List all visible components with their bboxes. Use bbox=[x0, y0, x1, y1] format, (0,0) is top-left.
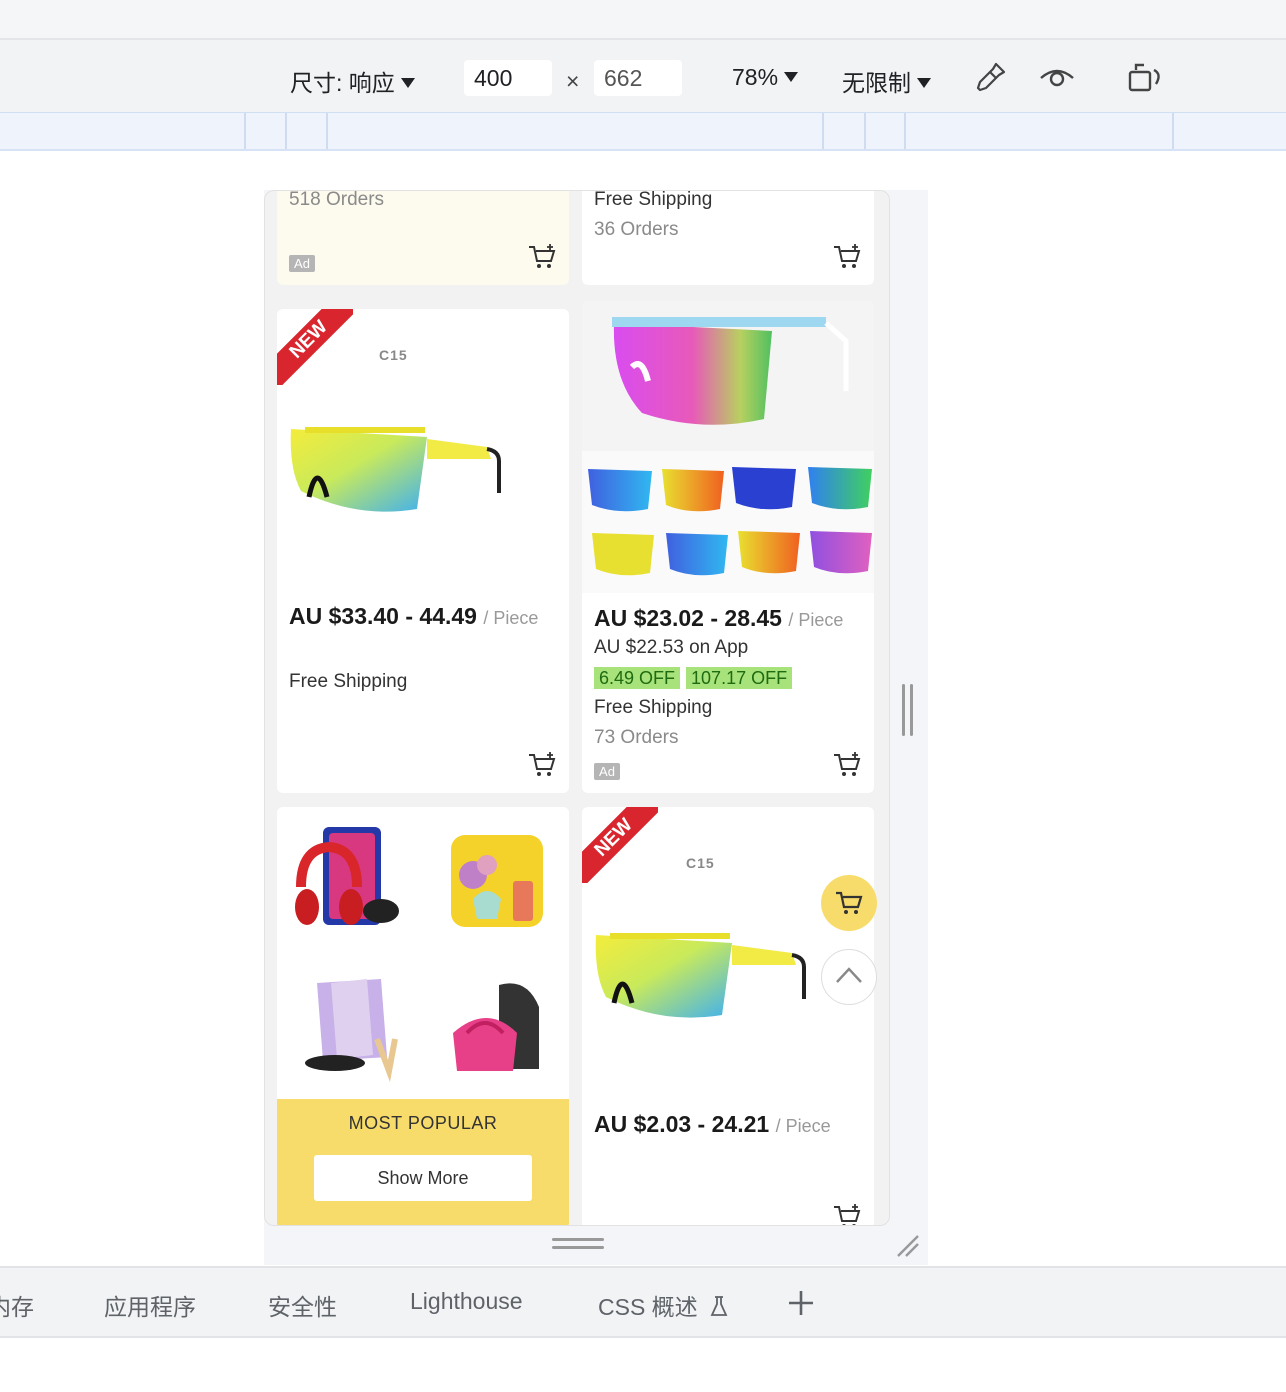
new-badge: NEW bbox=[582, 807, 658, 883]
add-tab-icon[interactable] bbox=[786, 1288, 816, 1318]
right-resize-handle[interactable] bbox=[902, 684, 914, 736]
discount-tag: 107.17 OFF bbox=[686, 667, 793, 689]
tab-css-overview-label: CSS 概述 bbox=[598, 1294, 698, 1320]
product-image[interactable] bbox=[582, 301, 874, 593]
product-card-sunglasses[interactable]: NEW C15 AU $2.03 - 24.21 / Piece bbox=[582, 807, 874, 1226]
dimensions-dropdown[interactable]: 尺寸: 响应 bbox=[290, 64, 415, 98]
price-range: AU $23.02 - 28.45 / Piece bbox=[594, 605, 844, 631]
product-card[interactable]: Free Shipping 36 Orders bbox=[582, 190, 874, 285]
popular-collage-image[interactable] bbox=[277, 807, 569, 1099]
dropdown-arrow-icon bbox=[917, 78, 931, 88]
add-to-cart-icon[interactable] bbox=[527, 243, 557, 271]
floating-cart-button[interactable] bbox=[821, 875, 877, 931]
orders-count: 73 Orders bbox=[594, 727, 679, 748]
tab-security[interactable]: 安全性 bbox=[268, 1288, 337, 1322]
zoom-dropdown[interactable]: 78% bbox=[732, 64, 799, 91]
tab-application[interactable]: 应用程序 bbox=[104, 1288, 196, 1322]
add-to-cart-icon[interactable] bbox=[832, 1203, 862, 1226]
tab-lighthouse[interactable]: Lighthouse bbox=[410, 1288, 523, 1315]
show-more-button[interactable]: Show More bbox=[314, 1155, 532, 1201]
throttle-dropdown[interactable]: 无限制 bbox=[842, 64, 931, 98]
height-input[interactable] bbox=[594, 60, 682, 96]
product-card-sunglasses[interactable]: NEW C15 AU $33.40 - 44.49 / Piece Free S… bbox=[277, 309, 569, 793]
eyedropper-icon[interactable] bbox=[972, 60, 1008, 96]
free-shipping-label: Free Shipping bbox=[594, 190, 713, 210]
chevron-up-icon bbox=[836, 967, 862, 983]
rotate-icon[interactable] bbox=[1126, 60, 1166, 96]
cart-icon bbox=[836, 891, 863, 914]
price-range: AU $33.40 - 44.49 / Piece bbox=[289, 603, 539, 629]
app-price: AU $22.53 on App bbox=[594, 637, 749, 658]
add-to-cart-icon[interactable] bbox=[832, 243, 862, 271]
bottom-resize-handle[interactable] bbox=[552, 1238, 604, 1250]
most-popular-label: MOST POPULAR bbox=[348, 1113, 498, 1133]
browser-top-strip bbox=[0, 0, 1286, 40]
device-viewport: 518 Orders Ad Free Shipping 36 Orders NE… bbox=[264, 190, 890, 1226]
zoom-value: 78% bbox=[732, 64, 779, 90]
dropdown-arrow-icon bbox=[400, 78, 415, 88]
corner-resize-handle[interactable] bbox=[894, 1232, 922, 1260]
dropdown-arrow-icon bbox=[784, 72, 799, 82]
times-sign: × bbox=[566, 68, 580, 94]
orders-count: 36 Orders bbox=[594, 219, 679, 240]
new-badge: NEW bbox=[277, 309, 353, 385]
ad-tag: Ad bbox=[289, 255, 315, 272]
free-shipping-label: Free Shipping bbox=[289, 671, 408, 692]
price-range: AU $2.03 - 24.21 / Piece bbox=[594, 1111, 831, 1137]
media-query-ruler[interactable] bbox=[0, 113, 1286, 151]
ad-tag: Ad bbox=[594, 763, 620, 780]
eye-icon[interactable] bbox=[1038, 62, 1076, 94]
tab-memory[interactable]: 内存 bbox=[0, 1288, 34, 1322]
model-label: C15 bbox=[379, 347, 408, 363]
device-toolbar: 尺寸: 响应 × 78% 无限制 bbox=[0, 40, 1286, 113]
discount-tag: 6.49 OFF bbox=[594, 667, 681, 689]
back-to-top-button[interactable] bbox=[821, 949, 877, 1005]
model-label: C15 bbox=[686, 855, 715, 871]
product-card-sunglasses-set[interactable]: AU $23.02 - 28.45 / Piece AU $22.53 on A… bbox=[582, 301, 874, 793]
tab-css-overview[interactable]: CSS 概述 bbox=[598, 1288, 728, 1322]
add-to-cart-icon[interactable] bbox=[527, 751, 557, 779]
discount-tags: 6.49 OFF 107.17 OFF bbox=[594, 667, 798, 689]
width-input[interactable] bbox=[464, 60, 552, 96]
dimensions-label: 尺寸: 响应 bbox=[290, 70, 395, 96]
most-popular-card[interactable]: MOST POPULAR Show More bbox=[277, 807, 569, 1225]
devtools-tab-bar: 内存 应用程序 安全性 Lighthouse CSS 概述 bbox=[0, 1266, 1286, 1338]
throttle-value: 无限制 bbox=[842, 70, 911, 96]
most-popular-band: MOST POPULAR Show More bbox=[277, 1099, 569, 1225]
free-shipping-label: Free Shipping bbox=[594, 697, 713, 718]
product-card-ad[interactable]: 518 Orders Ad bbox=[277, 190, 569, 285]
add-to-cart-icon[interactable] bbox=[832, 751, 862, 779]
flask-icon bbox=[710, 1296, 728, 1316]
orders-count: 518 Orders bbox=[289, 190, 385, 210]
